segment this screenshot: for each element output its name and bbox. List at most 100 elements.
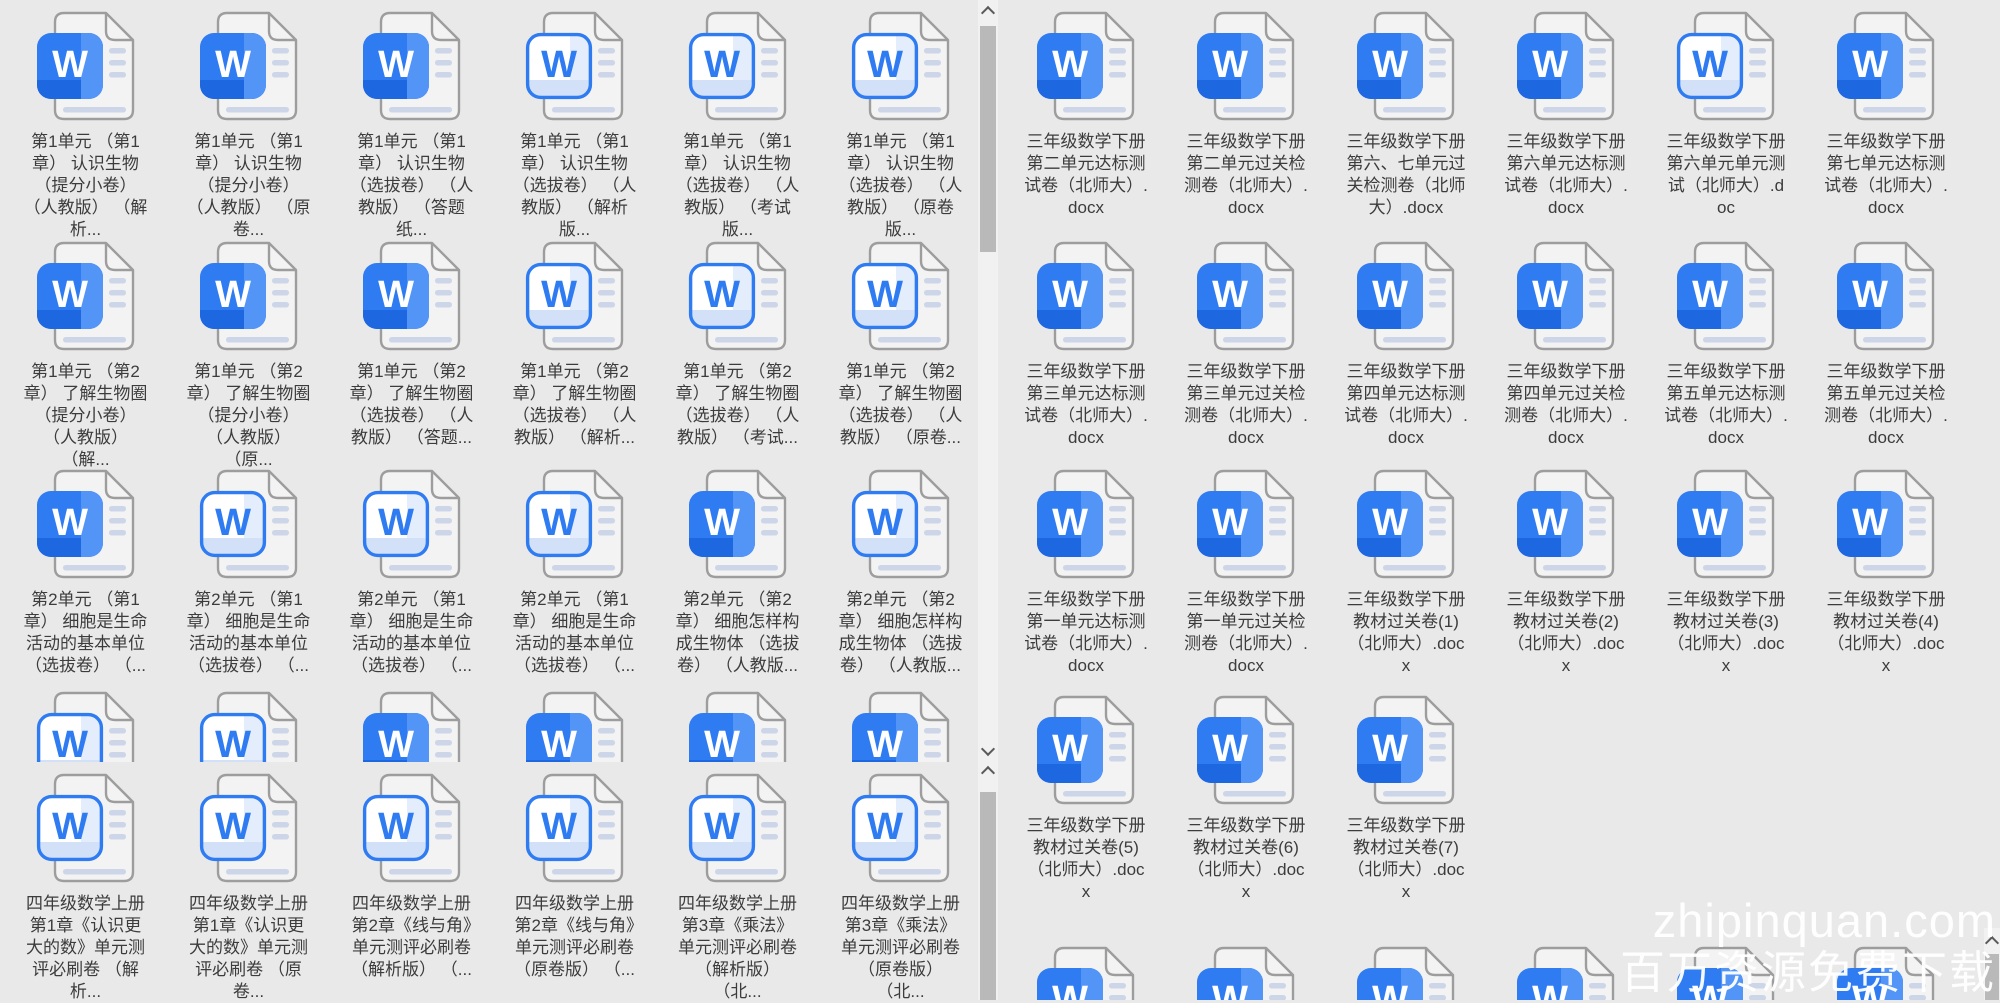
svg-text:W: W [1052,44,1088,86]
word-doc-icon: W [688,469,786,579]
file-item[interactable]: W 第1单元 （第1章） 认识生物 （选拔卷） （人教版） （考试版... [656,10,819,241]
file-item[interactable]: W 三年级数学下册第二单元达标测试卷（北师大）.docx [1006,10,1166,219]
scrollbar-thumb[interactable] [980,792,996,1000]
file-item[interactable]: W 第1单元 （第2章） 了解生物圈 （选拔卷） （人教版） （解析... [493,240,656,471]
file-item[interactable]: W 三年级数学下册第五单元达标测试卷（北师大）.docx [1646,240,1806,449]
file-item[interactable]: W 四年级数学上册第2章《线与角》单元测评必刷卷 （解析版） （... [330,772,493,1003]
svg-text:W: W [1692,274,1728,316]
file-item[interactable]: W 三年级数学下册第一单元过关检测卷（北师大）.docx [1166,468,1326,677]
scroll-up-icon[interactable] [1984,935,2000,951]
file-item[interactable]: W 四年级数学上册第3章《乘法》单元测评必刷卷 （解析版） （北... [656,772,819,1003]
file-name: 第1单元 （第2章） 了解生物圈 （提分小卷） （人教版） （解... [23,362,148,469]
word-doc-icon: W [199,241,297,351]
file-item[interactable]: W 第1单元 （第1章） 认识生物 （提分小卷） （人教版） （原卷... [167,10,330,241]
file-item[interactable]: W 四年级数学上册第2章《线与角》单元测评必刷卷 （原卷版） （... [493,772,656,1003]
file-name: 第1单元 （第2章） 了解生物圈 （选拔卷） （人教版） （考试... [675,362,800,447]
word-doc-icon: W [525,241,623,351]
file-item[interactable]: W 四年级数学上册第1章《认识更大的数》单元测评必刷卷 （原卷... [167,772,330,1003]
file-item-clipped[interactable]: W [1166,945,1326,1000]
file-item[interactable]: W 第1单元 （第1章） 认识生物 （选拔卷） （人教版） （答题纸... [330,10,493,241]
file-item-clipped[interactable]: W [1646,945,1806,1000]
svg-text:W: W [1692,44,1728,86]
file-item[interactable]: W 第1单元 （第1章） 认识生物 （选拔卷） （人教版） （原卷版... [819,10,982,241]
file-item-clipped[interactable]: W [1006,945,1166,1000]
file-name: 三年级数学下册第六单元达标测试卷（北师大）.docx [1504,132,1628,217]
file-name: 第1单元 （第2章） 了解生物圈 （选拔卷） （人教版） （解析... [512,362,637,447]
file-item[interactable]: W 第2单元 （第1章） 细胞是生命活动的基本单位 （选拔卷） （... [493,468,656,677]
svg-text:W: W [541,274,577,316]
file-item[interactable]: W 三年级数学下册第一单元达标测试卷（北师大）.docx [1006,468,1166,677]
word-doc-icon: W [199,11,297,121]
scrollbar-thumb[interactable] [1985,954,1999,1000]
file-item[interactable]: W 第1单元 （第2章） 了解生物圈 （提分小卷） （人教版） （解... [4,240,167,471]
file-item[interactable]: W 三年级数学下册第六单元达标测试卷（北师大）.docx [1486,10,1646,219]
file-item-clipped[interactable]: W [167,690,330,762]
file-item[interactable]: W 三年级数学下册教材过关卷(3)（北师大）.docx [1646,468,1806,677]
right-scrollbar[interactable] [1984,928,2000,1000]
file-item[interactable]: W 第1单元 （第1章） 认识生物 （提分小卷） （人教版） （解析... [4,10,167,241]
svg-text:W: W [1372,44,1408,86]
word-doc-icon: W [525,11,623,121]
file-item[interactable]: W 第2单元 （第1章） 细胞是生命活动的基本单位 （选拔卷） （... [330,468,493,677]
file-name: 三年级数学下册教材过关卷(5)（北师大）.docx [1026,816,1146,901]
scroll-up-icon[interactable] [980,765,996,781]
file-name: 四年级数学上册第3章《乘法》单元测评必刷卷 （解析版） （北... [678,894,797,1001]
svg-text:W: W [215,274,251,316]
file-item[interactable]: W 第1单元 （第2章） 了解生物圈 （选拔卷） （人教版） （原卷... [819,240,982,471]
file-item[interactable]: W 三年级数学下册第二单元过关检测卷（北师大）.docx [1166,10,1326,219]
file-item[interactable]: W 第2单元 （第1章） 细胞是生命活动的基本单位 （选拔卷） （... [4,468,167,677]
word-doc-icon: W [199,691,297,762]
file-item[interactable]: W 四年级数学上册第3章《乘法》单元测评必刷卷 （原卷版） （北... [819,772,982,1003]
file-item-clipped[interactable]: W [1486,945,1646,1000]
file-name: 四年级数学上册第1章《认识更大的数》单元测评必刷卷 （原卷... [189,894,308,1001]
file-item[interactable]: W 三年级数学下册第六、七单元过关检测卷（北师大）.docx [1326,10,1486,219]
file-item-clipped[interactable]: W [1806,945,1966,1000]
file-item[interactable]: W 三年级数学下册教材过关卷(2)（北师大）.docx [1486,468,1646,677]
scroll-up-icon[interactable] [980,5,996,21]
svg-text:W: W [1532,44,1568,86]
word-doc-icon: W [688,773,786,883]
file-item-clipped[interactable]: W [493,690,656,762]
scroll-down-icon[interactable] [980,741,996,757]
file-item-clipped[interactable]: W [819,690,982,762]
file-name: 三年级数学下册第六单元单元测试（北师大）.doc [1666,132,1786,217]
file-item[interactable]: W 三年级数学下册第七单元达标测试卷（北师大）.docx [1806,10,1966,219]
file-name: 第1单元 （第1章） 认识生物 （提分小卷） （人教版） （原卷... [186,132,311,239]
file-item-clipped[interactable]: W [656,690,819,762]
file-name: 第1单元 （第1章） 认识生物 （选拔卷） （人教版） （答题纸... [349,132,474,239]
word-doc-icon: W [1677,241,1775,351]
svg-text:W: W [1852,274,1888,316]
file-item[interactable]: W 第2单元 （第2章） 细胞怎样构成生物体 （选拔卷） （人教版... [656,468,819,677]
file-item[interactable]: W 第2单元 （第2章） 细胞怎样构成生物体 （选拔卷） （人教版... [819,468,982,677]
file-item[interactable]: W 三年级数学下册教材过关卷(6)（北师大）.docx [1166,694,1326,903]
scrollbar-thumb[interactable] [980,26,996,252]
word-doc-icon: W [362,773,460,883]
file-item-clipped[interactable]: W [4,690,167,762]
word-doc-icon: W [1676,11,1775,121]
file-item[interactable]: W 第2单元 （第1章） 细胞是生命活动的基本单位 （选拔卷） （... [167,468,330,677]
file-item[interactable]: W 第1单元 （第2章） 了解生物圈 （提分小卷） （人教版） （原... [167,240,330,471]
file-item[interactable]: W 三年级数学下册第四单元过关检测卷（北师大）.docx [1486,240,1646,449]
file-item[interactable]: W 三年级数学下册教材过关卷(4)（北师大）.docx [1806,468,1966,677]
svg-text:W: W [1852,44,1888,86]
file-item[interactable]: W 三年级数学下册第三单元达标测试卷（北师大）.docx [1006,240,1166,449]
file-item[interactable]: W 三年级数学下册第四单元达标测试卷（北师大）.docx [1326,240,1486,449]
file-item-clipped[interactable]: W [330,690,493,762]
file-item[interactable]: W 四年级数学上册第1章《认识更大的数》单元测评必刷卷 （解析... [4,772,167,1003]
file-item-clipped[interactable]: W [1326,945,1486,1000]
svg-text:W: W [541,44,577,86]
file-item[interactable]: W 第1单元 （第2章） 了解生物圈 （选拔卷） （人教版） （答题... [330,240,493,471]
file-item[interactable]: W 三年级数学下册第六单元单元测试（北师大）.doc [1646,10,1806,219]
word-doc-icon: W [36,11,134,121]
file-name: 第2单元 （第1章） 细胞是生命活动的基本单位 （选拔卷） （... [23,590,148,675]
file-item[interactable]: W 三年级数学下册教材过关卷(5)（北师大）.docx [1006,694,1166,903]
file-item[interactable]: W 三年级数学下册教材过关卷(7)（北师大）.docx [1326,694,1486,903]
file-item[interactable]: W 三年级数学下册第三单元过关检测卷（北师大）.docx [1166,240,1326,449]
word-doc-icon: W [851,773,949,883]
word-doc-icon: W [36,241,134,351]
file-item[interactable]: W 三年级数学下册教材过关卷(1)（北师大）.docx [1326,468,1486,677]
file-item[interactable]: W 第1单元 （第1章） 认识生物 （选拔卷） （人教版） （解析版... [493,10,656,241]
left-scrollbar[interactable] [978,0,998,1000]
file-item[interactable]: W 三年级数学下册第五单元过关检测卷（北师大）.docx [1806,240,1966,449]
file-item[interactable]: W 第1单元 （第2章） 了解生物圈 （选拔卷） （人教版） （考试... [656,240,819,471]
